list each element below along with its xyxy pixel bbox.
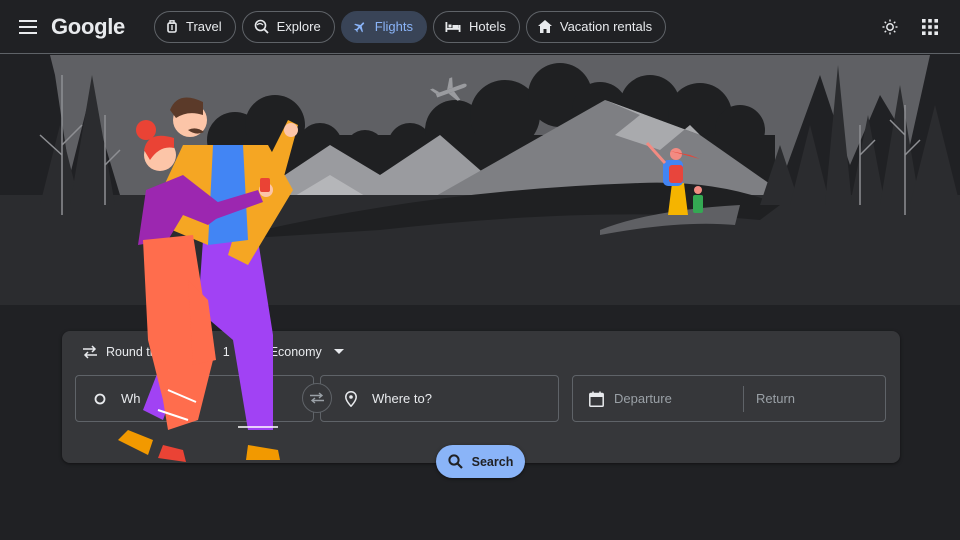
origin-input[interactable]: Wh [75,375,314,422]
departure-placeholder: Departure [614,391,672,406]
travel-icon [167,19,177,33]
return-date-input[interactable]: Return [744,376,885,421]
tab-travel-label: Travel [185,19,222,34]
dropdown-arrow-icon [333,349,344,354]
tab-travel[interactable]: Travel [153,10,236,43]
departure-date-input[interactable]: Departure [573,376,743,421]
travel-nav: Travel Explore Flights Hotels Vacation r… [153,10,672,43]
tab-vacation-rentals-label: Vacation rentals [559,19,653,34]
origin-value: Wh [121,391,141,406]
origin-circle-icon [94,393,106,404]
main-menu-button[interactable] [8,7,48,47]
flight-icon [353,21,364,32]
google-logo[interactable]: Google [51,14,125,40]
tab-hotels[interactable]: Hotels [433,10,520,43]
tab-flights-label: Flights [374,19,413,34]
search-icon [448,454,463,469]
search-button[interactable]: Search [436,445,525,478]
theme-toggle-button[interactable] [870,7,910,47]
tab-hotels-label: Hotels [469,19,506,34]
flights-hero-illustration [0,55,960,305]
date-range-input: Departure Return [572,375,886,422]
swap-locations-button[interactable] [302,383,332,413]
tab-explore-label: Explore [276,19,321,34]
house-icon [537,20,552,33]
tab-explore[interactable]: Explore [241,10,335,43]
apps-grid-icon [922,19,938,35]
cabin-class-select[interactable]: Economy [270,345,344,359]
google-apps-button[interactable] [910,7,950,47]
explore-icon [254,19,269,34]
trip-type-select[interactable]: Round tri [82,345,157,359]
top-bar: Google Travel Explore Flights Hotels Vac… [0,0,960,54]
passenger-count: 1 [222,345,230,359]
search-button-label: Search [471,454,514,469]
swap-icon [310,392,324,404]
sun-icon [882,19,898,35]
tab-flights[interactable]: Flights [340,10,427,43]
hotel-icon [445,21,461,32]
location-pin-icon [345,390,357,407]
calendar-icon [589,391,604,407]
flight-search-form: Round tri 1 Economy Wh Where to? Departu… [62,331,900,463]
cabin-class-value: Economy [269,345,322,359]
passengers-select[interactable]: 1 [223,345,230,359]
destination-placeholder: Where to? [372,391,432,406]
swap-arrows-icon [83,345,97,359]
destination-input[interactable]: Where to? [320,375,559,422]
trip-type-value: Round tri [106,345,157,359]
hamburger-menu-icon [19,19,37,34]
tab-vacation-rentals[interactable]: Vacation rentals [525,10,667,43]
return-placeholder: Return [756,391,796,406]
search-options-row: Round tri 1 Economy [82,345,344,359]
